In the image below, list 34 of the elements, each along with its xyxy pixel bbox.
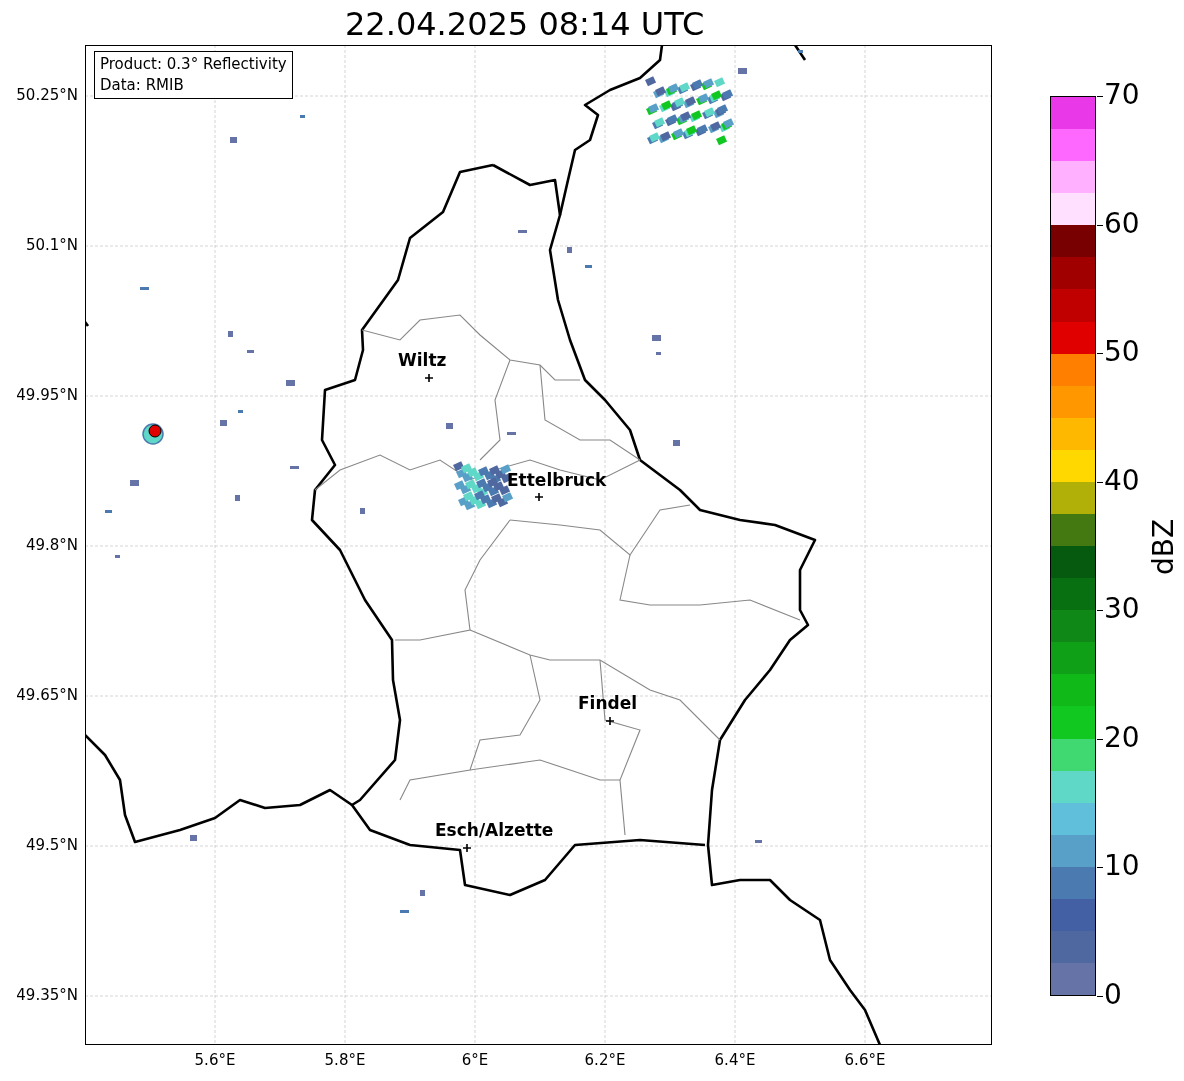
colorbar-tick-label: 0: [1104, 981, 1122, 1009]
axis-tick-label: 5.6°E: [193, 1053, 237, 1068]
axis-tick-label: 5.8°E: [323, 1053, 367, 1068]
plot-title: 22.04.2025 08:14 UTC: [345, 8, 705, 40]
axis-tick-label: 49.65°N: [15, 688, 78, 703]
colorbar-tick-label: 50: [1104, 338, 1140, 367]
axis-tick-label: 50.25°N: [15, 88, 78, 103]
city-label: Wiltz: [398, 352, 447, 369]
city-marker-icon: [605, 716, 615, 726]
axis-tick-label: 49.95°N: [15, 388, 78, 403]
colorbar-tick-label: 10: [1104, 852, 1140, 881]
colorbar-tick-label: 40: [1104, 466, 1140, 495]
colorbar-label: dBZ: [1150, 518, 1179, 576]
colorbar-tick-label: 30: [1104, 595, 1140, 624]
axis-tick-label: 6.4°E: [713, 1053, 757, 1068]
radar-site-marker: [148, 424, 162, 438]
city-marker-icon: [534, 492, 544, 502]
axis-tick-label: 6°E: [460, 1053, 490, 1068]
colorbar-tick-label: 60: [1104, 209, 1140, 238]
info-text: Data: RMIB: [100, 75, 185, 96]
colorbar-tick-label: 70: [1104, 81, 1140, 109]
city-label: Ettelbruck: [507, 472, 607, 489]
city-label: Esch/Alzette: [435, 822, 554, 839]
city-label: Findel: [578, 695, 638, 712]
city-marker-icon: [462, 843, 472, 853]
axis-tick-label: 6.2°E: [583, 1053, 627, 1068]
axis-tick-label: 49.35°N: [15, 988, 78, 1003]
colorbar-tick-label: 20: [1104, 723, 1140, 752]
axis-tick-label: 6.6°E: [843, 1053, 887, 1068]
axis-tick-label: 49.8°N: [24, 538, 78, 553]
axis-tick-label: 49.5°N: [24, 838, 78, 853]
axis-tick-label: 50.1°N: [24, 238, 78, 253]
info-text: Product: 0.3° Reflectivity: [100, 54, 287, 75]
city-marker-icon: [424, 373, 434, 383]
